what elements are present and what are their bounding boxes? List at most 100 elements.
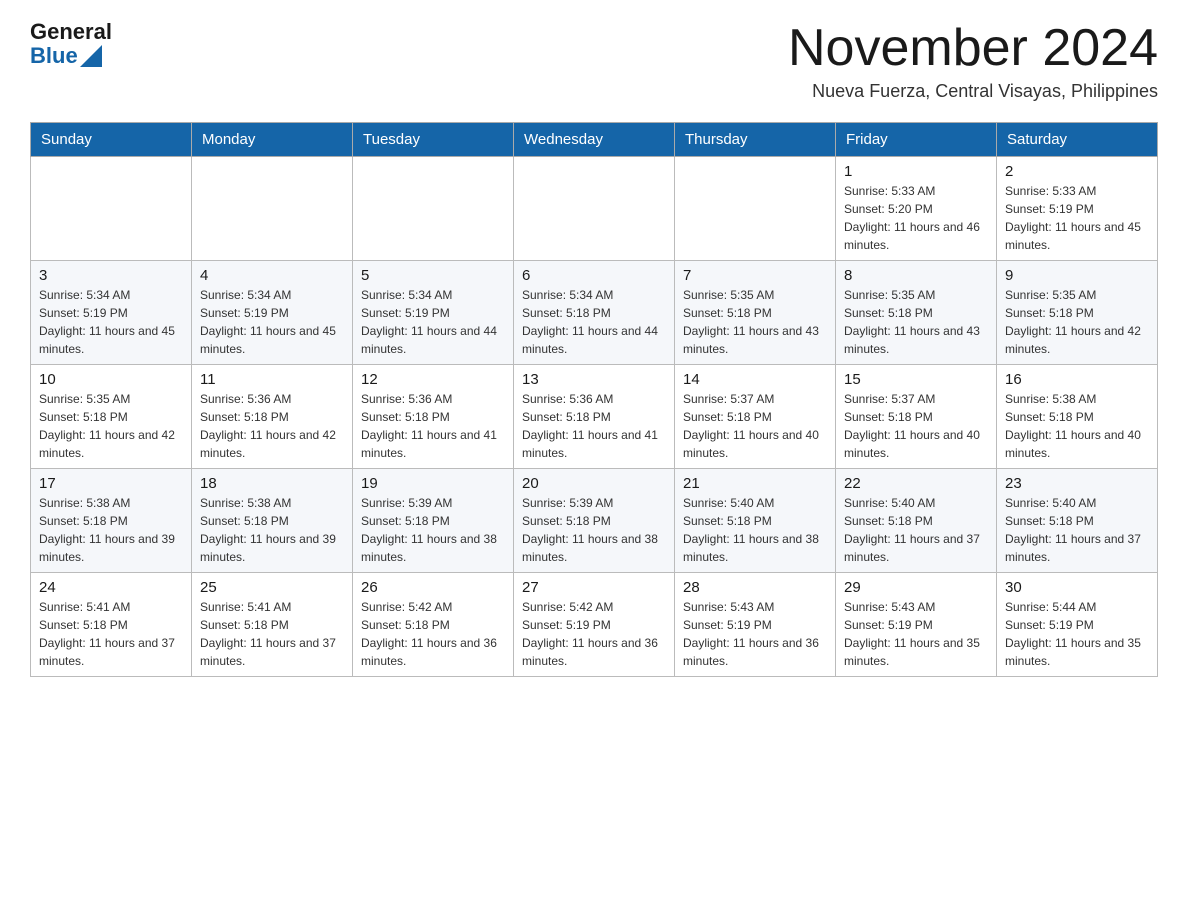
day-number: 22 <box>844 475 988 492</box>
day-number: 26 <box>361 579 505 596</box>
calendar-cell: 20 Sunrise: 5:39 AMSunset: 5:18 PMDayligh… <box>514 469 675 573</box>
day-number: 9 <box>1005 267 1149 284</box>
month-title: November 2024 <box>788 20 1158 77</box>
day-number: 27 <box>522 579 666 596</box>
day-info: Sunrise: 5:42 AMSunset: 5:18 PMDaylight:… <box>361 598 505 670</box>
calendar-cell: 22 Sunrise: 5:40 AMSunset: 5:18 PMDayligh… <box>836 469 997 573</box>
day-number: 16 <box>1005 371 1149 388</box>
day-number: 3 <box>39 267 183 284</box>
calendar-cell: 5 Sunrise: 5:34 AMSunset: 5:19 PMDaylight… <box>353 261 514 365</box>
day-info: Sunrise: 5:35 AMSunset: 5:18 PMDaylight:… <box>683 286 827 358</box>
day-number: 12 <box>361 371 505 388</box>
day-info: Sunrise: 5:40 AMSunset: 5:18 PMDaylight:… <box>844 494 988 566</box>
day-info: Sunrise: 5:38 AMSunset: 5:18 PMDaylight:… <box>200 494 344 566</box>
day-info: Sunrise: 5:36 AMSunset: 5:18 PMDaylight:… <box>361 390 505 462</box>
calendar-cell: 2Sunrise: 5:33 AMSunset: 5:19 PMDaylight… <box>997 157 1158 261</box>
calendar-cell: 1 Sunrise: 5:33 AMSunset: 5:20 PMDaylight… <box>836 157 997 261</box>
day-number: 30 <box>1005 579 1149 596</box>
day-info: Sunrise: 5:40 AMSunset: 5:18 PMDaylight:… <box>683 494 827 566</box>
calendar-cell: 28 Sunrise: 5:43 AMSunset: 5:19 PMDayligh… <box>675 573 836 677</box>
day-info: Sunrise: 5:41 AMSunset: 5:18 PMDaylight:… <box>200 598 344 670</box>
day-info: Sunrise: 5:33 AMSunset: 5:20 PMDaylight:… <box>844 182 988 254</box>
calendar-cell <box>675 157 836 261</box>
calendar-header-row: SundayMondayTuesdayWednesdayThursdayFrid… <box>31 123 1158 157</box>
calendar-cell <box>31 157 192 261</box>
day-number: 6 <box>522 267 666 284</box>
day-info: Sunrise: 5:43 AMSunset: 5:19 PMDaylight:… <box>844 598 988 670</box>
day-number: 28 <box>683 579 827 596</box>
day-info: Sunrise: 5:36 AMSunset: 5:18 PMDaylight:… <box>200 390 344 462</box>
day-number: 13 <box>522 371 666 388</box>
day-number: 29 <box>844 579 988 596</box>
calendar-cell: 13 Sunrise: 5:36 AMSunset: 5:18 PMDayligh… <box>514 365 675 469</box>
calendar-cell <box>192 157 353 261</box>
day-info: Sunrise: 5:34 AMSunset: 5:19 PMDaylight:… <box>361 286 505 358</box>
calendar-cell: 17 Sunrise: 5:38 AMSunset: 5:18 PMDayligh… <box>31 469 192 573</box>
calendar-cell: 6 Sunrise: 5:34 AMSunset: 5:18 PMDaylight… <box>514 261 675 365</box>
day-number: 1 <box>844 163 988 180</box>
day-info: Sunrise: 5:39 AMSunset: 5:18 PMDaylight:… <box>522 494 666 566</box>
day-number: 20 <box>522 475 666 492</box>
weekday-header-friday: Friday <box>836 123 997 157</box>
calendar-cell: 12 Sunrise: 5:36 AMSunset: 5:18 PMDayligh… <box>353 365 514 469</box>
weekday-header-sunday: Sunday <box>31 123 192 157</box>
day-number: 7 <box>683 267 827 284</box>
logo-triangle-icon <box>80 45 102 67</box>
day-info: Sunrise: 5:43 AMSunset: 5:19 PMDaylight:… <box>683 598 827 670</box>
day-info: Sunrise: 5:38 AMSunset: 5:18 PMDaylight:… <box>39 494 183 566</box>
calendar-week-row: 24 Sunrise: 5:41 AMSunset: 5:18 PMDayligh… <box>31 573 1158 677</box>
day-number: 5 <box>361 267 505 284</box>
day-info: Sunrise: 5:41 AMSunset: 5:18 PMDaylight:… <box>39 598 183 670</box>
day-info: Sunrise: 5:36 AMSunset: 5:18 PMDaylight:… <box>522 390 666 462</box>
calendar: SundayMondayTuesdayWednesdayThursdayFrid… <box>30 122 1158 677</box>
day-number: 10 <box>39 371 183 388</box>
day-info: Sunrise: 5:37 AMSunset: 5:18 PMDaylight:… <box>683 390 827 462</box>
day-number: 24 <box>39 579 183 596</box>
day-number: 8 <box>844 267 988 284</box>
calendar-cell: 7 Sunrise: 5:35 AMSunset: 5:18 PMDaylight… <box>675 261 836 365</box>
calendar-cell: 18Sunrise: 5:38 AMSunset: 5:18 PMDayligh… <box>192 469 353 573</box>
day-info: Sunrise: 5:34 AMSunset: 5:18 PMDaylight:… <box>522 286 666 358</box>
calendar-cell: 19 Sunrise: 5:39 AMSunset: 5:18 PMDayligh… <box>353 469 514 573</box>
calendar-cell: 29 Sunrise: 5:43 AMSunset: 5:19 PMDayligh… <box>836 573 997 677</box>
calendar-cell: 21Sunrise: 5:40 AMSunset: 5:18 PMDayligh… <box>675 469 836 573</box>
day-number: 11 <box>200 371 344 388</box>
calendar-cell <box>514 157 675 261</box>
day-number: 25 <box>200 579 344 596</box>
day-info: Sunrise: 5:42 AMSunset: 5:19 PMDaylight:… <box>522 598 666 670</box>
day-info: Sunrise: 5:35 AMSunset: 5:18 PMDaylight:… <box>1005 286 1149 358</box>
calendar-cell: 9 Sunrise: 5:35 AMSunset: 5:18 PMDaylight… <box>997 261 1158 365</box>
calendar-cell: 30 Sunrise: 5:44 AMSunset: 5:19 PMDayligh… <box>997 573 1158 677</box>
weekday-header-wednesday: Wednesday <box>514 123 675 157</box>
logo-general: General <box>30 20 112 44</box>
calendar-cell: 14 Sunrise: 5:37 AMSunset: 5:18 PMDayligh… <box>675 365 836 469</box>
day-number: 14 <box>683 371 827 388</box>
calendar-cell: 11 Sunrise: 5:36 AMSunset: 5:18 PMDayligh… <box>192 365 353 469</box>
day-info: Sunrise: 5:35 AMSunset: 5:18 PMDaylight:… <box>844 286 988 358</box>
day-info: Sunrise: 5:38 AMSunset: 5:18 PMDaylight:… <box>1005 390 1149 462</box>
calendar-cell: 27 Sunrise: 5:42 AMSunset: 5:19 PMDayligh… <box>514 573 675 677</box>
weekday-header-tuesday: Tuesday <box>353 123 514 157</box>
calendar-cell: 16 Sunrise: 5:38 AMSunset: 5:18 PMDayligh… <box>997 365 1158 469</box>
day-info: Sunrise: 5:35 AMSunset: 5:18 PMDaylight:… <box>39 390 183 462</box>
calendar-cell: 3 Sunrise: 5:34 AMSunset: 5:19 PMDaylight… <box>31 261 192 365</box>
title-area: November 2024 Nueva Fuerza, Central Visa… <box>788 20 1158 102</box>
calendar-cell: 26 Sunrise: 5:42 AMSunset: 5:18 PMDayligh… <box>353 573 514 677</box>
calendar-cell: 4Sunrise: 5:34 AMSunset: 5:19 PMDaylight… <box>192 261 353 365</box>
weekday-header-monday: Monday <box>192 123 353 157</box>
day-info: Sunrise: 5:33 AMSunset: 5:19 PMDaylight:… <box>1005 182 1149 254</box>
calendar-week-row: 17 Sunrise: 5:38 AMSunset: 5:18 PMDayligh… <box>31 469 1158 573</box>
logo-blue: Blue <box>30 44 78 68</box>
calendar-cell: 25 Sunrise: 5:41 AMSunset: 5:18 PMDayligh… <box>192 573 353 677</box>
day-info: Sunrise: 5:44 AMSunset: 5:19 PMDaylight:… <box>1005 598 1149 670</box>
day-number: 17 <box>39 475 183 492</box>
day-info: Sunrise: 5:34 AMSunset: 5:19 PMDaylight:… <box>200 286 344 358</box>
day-number: 19 <box>361 475 505 492</box>
calendar-week-row: 10 Sunrise: 5:35 AMSunset: 5:18 PMDayligh… <box>31 365 1158 469</box>
location-subtitle: Nueva Fuerza, Central Visayas, Philippin… <box>788 81 1158 102</box>
day-info: Sunrise: 5:39 AMSunset: 5:18 PMDaylight:… <box>361 494 505 566</box>
day-number: 23 <box>1005 475 1149 492</box>
logo-text: General Blue <box>30 20 112 68</box>
day-info: Sunrise: 5:34 AMSunset: 5:19 PMDaylight:… <box>39 286 183 358</box>
calendar-cell: 23Sunrise: 5:40 AMSunset: 5:18 PMDayligh… <box>997 469 1158 573</box>
